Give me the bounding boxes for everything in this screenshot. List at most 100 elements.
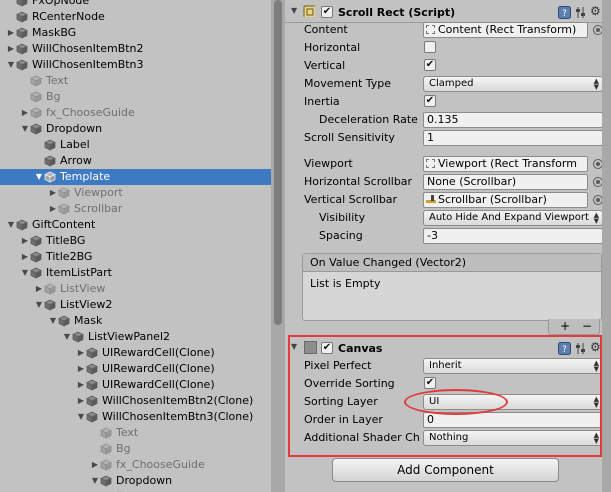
collapse-arrow-icon[interactable]: ▶: [6, 25, 16, 41]
hierarchy-row[interactable]: ▼ ListView2: [0, 297, 271, 313]
event-remove-button[interactable]: −: [582, 319, 592, 333]
horizontal-scrollbar-field[interactable]: None (Scrollbar): [423, 174, 588, 190]
hierarchy-row[interactable]: ▶ UIRewardCell(Clone): [0, 361, 271, 377]
collapse-arrow-icon[interactable]: ▶: [90, 457, 100, 473]
object-picker-icon[interactable]: [593, 177, 602, 187]
inspector-panel: ▼ ✔ Scroll Rect (Script) ? ⚙ Content Con…: [285, 0, 602, 492]
collapse-arrow-icon[interactable]: ▶: [76, 377, 86, 393]
inertia-label: Inertia: [304, 95, 340, 108]
hierarchy-row[interactable]: Bg: [0, 441, 271, 457]
gameobject-cube-icon: [86, 347, 98, 359]
hierarchy-row[interactable]: Text: [0, 425, 271, 441]
hierarchy-row[interactable]: ▶ TitleBG: [0, 233, 271, 249]
hierarchy-row[interactable]: ▶ Title2BG: [0, 249, 271, 265]
hierarchy-row[interactable]: ▶ Viewport: [0, 185, 271, 201]
hierarchy-row[interactable]: ▶ WillChosenItemBtn2(Clone): [0, 393, 271, 409]
vertical-checkbox[interactable]: ✔: [424, 59, 436, 71]
hierarchy-row-label: UIRewardCell(Clone): [102, 346, 215, 359]
content-object-field[interactable]: Content (Rect Transform): [423, 22, 588, 38]
hierarchy-row[interactable]: ▶ fx_ChooseGuide: [0, 457, 271, 473]
collapse-arrow-icon[interactable]: ▶: [48, 201, 58, 217]
scroll-rect-header[interactable]: ▼ ✔ Scroll Rect (Script) ? ⚙: [285, 3, 602, 23]
preset-sliders-icon[interactable]: [575, 6, 587, 19]
gameobject-cube-icon: [100, 427, 112, 439]
gameobject-cube-icon: [16, 59, 28, 71]
spacing-input[interactable]: -3: [423, 228, 602, 244]
gameobject-cube-icon: [86, 395, 98, 407]
hierarchy-scrollbar-thumb[interactable]: [274, 0, 282, 325]
hierarchy-row[interactable]: ▼ ListViewPanel2: [0, 329, 271, 345]
hierarchy-row[interactable]: Label: [0, 137, 271, 153]
expand-arrow-icon[interactable]: ▼: [6, 217, 16, 233]
hierarchy-row-label: MaskBG: [32, 26, 77, 39]
foldout-arrow-icon[interactable]: ▼: [291, 6, 297, 15]
expand-arrow-icon[interactable]: ▼: [20, 265, 30, 281]
collapse-arrow-icon[interactable]: ▶: [34, 281, 44, 297]
expand-arrow-icon[interactable]: ▼: [34, 169, 44, 185]
hierarchy-row[interactable]: ▼ WillChosenItemBtn3(Clone): [0, 409, 271, 425]
hierarchy-row[interactable]: FxOpNode: [0, 0, 271, 9]
hierarchy-row[interactable]: RCenterNode: [0, 9, 271, 25]
hierarchy-row-label: Arrow: [60, 154, 92, 167]
hierarchy-row[interactable]: ▶ MaskBG: [0, 25, 271, 41]
hierarchy-row[interactable]: ▼ GiftContent: [0, 217, 271, 233]
hierarchy-row-label: ListView: [60, 282, 106, 295]
expand-arrow-icon[interactable]: ▼: [62, 329, 72, 345]
visibility-dropdown[interactable]: Auto Hide And Expand Viewport ▲ ▼: [423, 210, 602, 226]
vertical-scrollbar-field[interactable]: Scrollbar (Scrollbar): [423, 192, 588, 208]
hierarchy-row-label: TitleBG: [46, 234, 86, 247]
svg-text:?: ?: [562, 9, 567, 19]
expand-arrow-icon[interactable]: ▼: [76, 409, 86, 425]
expand-arrow-icon[interactable]: ▼: [20, 121, 30, 137]
scroll-sensitivity-input[interactable]: 1: [423, 130, 602, 146]
help-book-icon[interactable]: ?: [558, 6, 571, 19]
scroll-rect-enabled-checkbox[interactable]: ✔: [321, 6, 333, 18]
add-component-button[interactable]: Add Component: [332, 458, 559, 482]
expand-arrow-icon[interactable]: ▼: [48, 313, 58, 329]
hierarchy-row[interactable]: ▶ UIRewardCell(Clone): [0, 345, 271, 361]
hierarchy-row[interactable]: ▼ Dropdown: [0, 121, 271, 137]
expand-arrow-icon[interactable]: ▼: [6, 57, 16, 73]
collapse-arrow-icon[interactable]: ▶: [20, 249, 30, 265]
hierarchy-scrollbar[interactable]: [271, 0, 285, 492]
event-add-button[interactable]: +: [560, 319, 570, 333]
hierarchy-row[interactable]: ▼ Mask: [0, 313, 271, 329]
inspector-scrollbar[interactable]: [602, 0, 611, 492]
collapse-arrow-icon[interactable]: ▶: [76, 345, 86, 361]
expand-arrow-icon[interactable]: ▼: [34, 297, 44, 313]
collapse-arrow-icon[interactable]: ▶: [6, 41, 16, 57]
expand-arrow-icon[interactable]: ▼: [90, 473, 100, 489]
collapse-arrow-icon[interactable]: ▶: [20, 105, 30, 121]
hierarchy-row[interactable]: Arrow: [0, 153, 271, 169]
hierarchy-row[interactable]: ▶ WillChosenItemBtn2: [0, 41, 271, 57]
collapse-arrow-icon[interactable]: ▶: [76, 361, 86, 377]
collapse-arrow-icon[interactable]: ▶: [76, 393, 86, 409]
gameobject-cube-icon: [58, 315, 70, 327]
hierarchy-row[interactable]: ▶ Scrollbar: [0, 201, 271, 217]
hierarchy-row[interactable]: ▶ fx_ChooseGuide: [0, 105, 271, 121]
collapse-arrow-icon[interactable]: ▶: [48, 185, 58, 201]
object-picker-icon[interactable]: [593, 25, 602, 35]
dropdown-arrow-icon: ▲ ▼: [593, 77, 599, 91]
horizontal-checkbox[interactable]: [424, 41, 436, 53]
deceleration-rate-input[interactable]: 0.135: [423, 112, 602, 128]
hierarchy-row[interactable]: ▼ Template: [0, 169, 271, 185]
viewport-object-field[interactable]: Viewport (Rect Transform: [423, 156, 588, 172]
object-picker-icon[interactable]: [593, 159, 602, 169]
settings-gear-icon[interactable]: ⚙: [590, 4, 601, 18]
vertical-label: Vertical: [304, 59, 346, 72]
collapse-arrow-icon[interactable]: ▶: [20, 233, 30, 249]
hierarchy-row[interactable]: ▼ Dropdown: [0, 473, 271, 489]
hierarchy-row-label: Text: [116, 426, 139, 439]
inertia-checkbox[interactable]: ✔: [424, 95, 436, 107]
rect-transform-icon: [426, 159, 435, 168]
movement-type-dropdown[interactable]: Clamped ▲ ▼: [423, 76, 602, 92]
hierarchy-row[interactable]: Text: [0, 73, 271, 89]
hierarchy-row[interactable]: ▶ UIRewardCell(Clone): [0, 377, 271, 393]
hierarchy-row[interactable]: Bg: [0, 89, 271, 105]
hierarchy-row[interactable]: ▼ WillChosenItemBtn3: [0, 57, 271, 73]
object-picker-icon[interactable]: [593, 195, 602, 205]
hierarchy-row[interactable]: ▶ ListView: [0, 281, 271, 297]
hierarchy-row[interactable]: ▼ ItemListPart: [0, 265, 271, 281]
hierarchy-row-label: Label: [60, 138, 90, 151]
